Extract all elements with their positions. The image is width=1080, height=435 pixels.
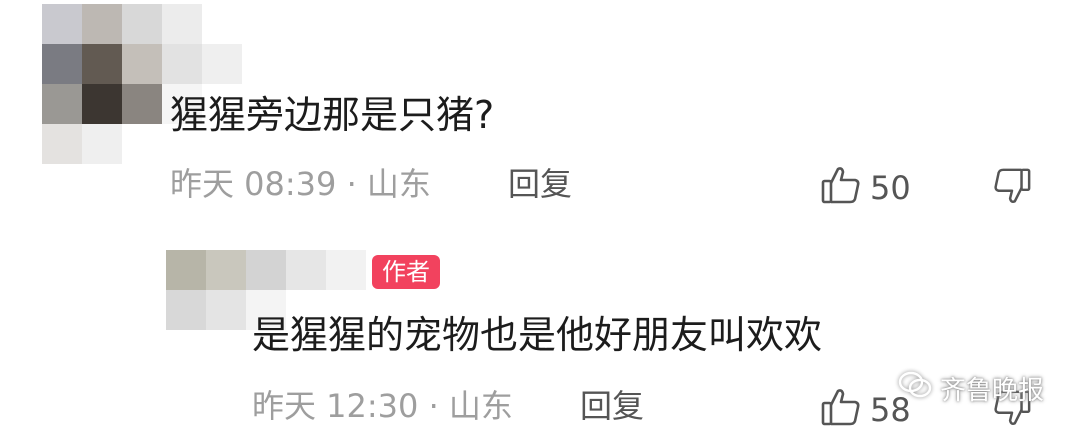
reply-button[interactable]: 回复 xyxy=(580,390,644,422)
watermark-label: 齐鲁晚报 xyxy=(940,376,1045,406)
wechat-icon xyxy=(898,370,932,407)
reply-button[interactable]: 回复 xyxy=(508,168,572,200)
thumb-down-icon xyxy=(992,168,1032,210)
thumb-up-icon xyxy=(820,386,862,433)
comment-text: 猩猩旁边那是只猪? xyxy=(170,93,495,137)
comment-meta: 昨天 12:30 · 山东 xyxy=(252,387,513,425)
comment-text: 是猩猩的宠物也是他好朋友叫欢欢 xyxy=(252,313,823,357)
watermark: 齐鲁晚报 xyxy=(898,370,1044,407)
thumb-up-icon xyxy=(820,164,862,211)
like-button[interactable]: 50 xyxy=(820,164,911,211)
comment-meta: 昨天 08:39 · 山东 xyxy=(170,165,431,203)
like-count: 50 xyxy=(870,168,911,207)
thumb-down-icon xyxy=(992,390,1032,432)
author-badge: 作者 xyxy=(372,255,440,289)
avatar-blurred[interactable] xyxy=(42,4,242,164)
dislike-button[interactable] xyxy=(992,166,1032,210)
